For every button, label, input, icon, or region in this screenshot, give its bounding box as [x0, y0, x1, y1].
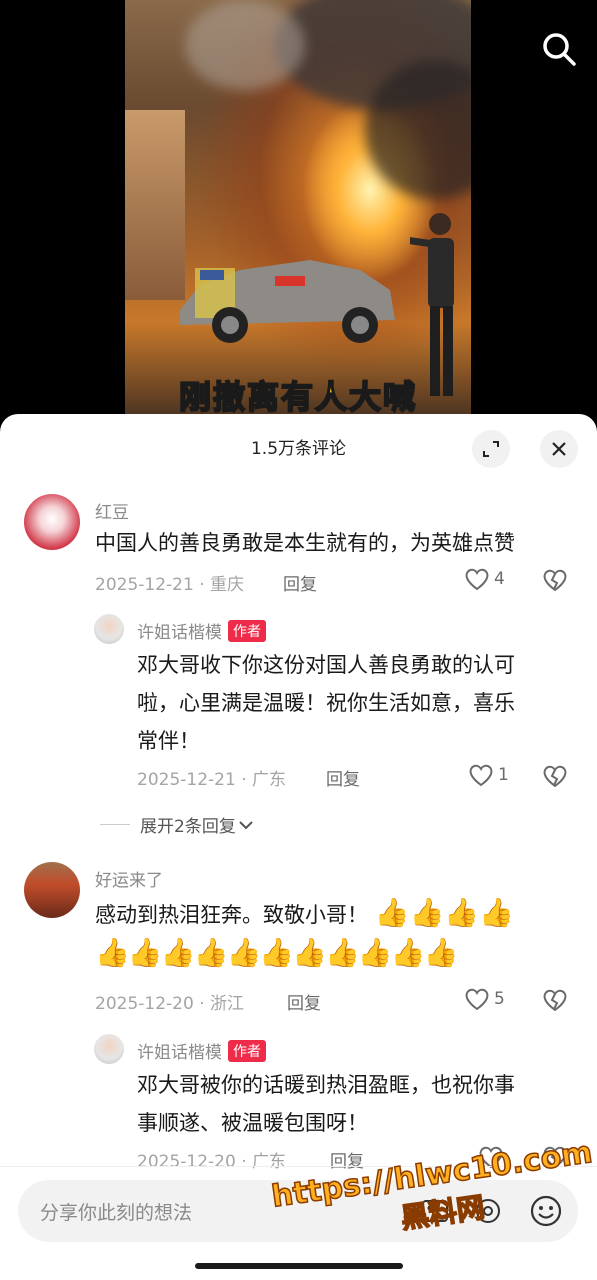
comment-meta: 2025-12-20 · 浙江 — [95, 994, 245, 1014]
comment-date: 2025-12-21 — [137, 770, 236, 790]
like-count: 5 — [494, 989, 505, 1009]
username-text: 许姐话楷模 — [137, 1043, 222, 1063]
heart-icon — [469, 764, 493, 787]
comment-date: 2025-12-21 — [95, 575, 194, 595]
avatar[interactable] — [24, 494, 80, 550]
comment-date: 2025-12-20 — [137, 1152, 236, 1172]
reply-button[interactable]: 回复 — [326, 765, 360, 790]
comment-location: 浙江 — [210, 994, 245, 1014]
close-icon[interactable] — [540, 430, 578, 468]
comment-username[interactable]: 红豆 — [95, 498, 129, 523]
like-button[interactable]: 1 — [468, 763, 509, 787]
comment-input-placeholder: 分享你此刻的想法 — [40, 1202, 193, 1224]
author-badge: 作者 — [228, 620, 266, 642]
thumbs-up-emoji-row: 👍👍👍👍👍👍👍👍👍👍👍 — [95, 936, 458, 969]
like-button[interactable]: 5 — [464, 987, 505, 1011]
author-badge: 作者 — [228, 1040, 266, 1062]
like-count: 1 — [498, 765, 509, 785]
reply-text-line: 事顺遂、被温暖包围呀！ — [137, 1111, 368, 1135]
reply-text-line: 啦，心里满是温暖！祝你生活如意，喜乐 — [137, 691, 515, 715]
username-text: 许姐话楷模 — [137, 623, 222, 643]
reply-button[interactable]: 回复 — [283, 570, 317, 595]
expand-icon[interactable] — [472, 430, 510, 468]
comment-meta: 2025-12-21 · 广东 — [137, 770, 287, 790]
comment-date: 2025-12-20 — [95, 994, 194, 1014]
video-frame: 刚撤离有人大喊 — [125, 0, 471, 430]
comment-username[interactable]: 好运来了 — [95, 866, 163, 891]
comment-text-main: 感动到热泪狂奔。致敬小哥！ — [95, 903, 368, 927]
comment-text: 感动到热泪狂奔。致敬小哥！ 👍👍👍👍 👍👍👍👍👍👍👍👍👍👍👍 — [95, 894, 565, 974]
reply-text-line: 邓大哥被你的话暖到热泪盈眶，也祝你事 — [137, 1073, 515, 1097]
chevron-down-icon — [239, 820, 253, 829]
reply-text: 邓大哥被你的话暖到热泪盈眶，也祝你事 事顺遂、被温暖包围呀！ — [137, 1066, 515, 1142]
search-icon[interactable] — [538, 28, 580, 70]
comment-text: 中国人的善良勇敢是本生就有的，为英雄点赞 — [95, 531, 515, 555]
heart-icon — [465, 988, 489, 1011]
avatar[interactable] — [94, 1034, 124, 1064]
video-caption: 刚撤离有人大喊 — [178, 377, 417, 417]
expand-replies-button[interactable]: 展开2条回复 — [100, 812, 254, 837]
reply-text-line: 常伴！ — [137, 729, 200, 753]
home-indicator[interactable] — [195, 1263, 403, 1269]
dislike-icon[interactable] — [542, 568, 568, 592]
reply-text-line: 邓大哥收下你这份对国人善良勇敢的认可 — [137, 653, 515, 677]
heart-icon — [465, 568, 489, 591]
video-player[interactable]: 刚撤离有人大喊 — [0, 0, 597, 430]
like-button[interactable]: 4 — [464, 567, 505, 591]
comment-username[interactable]: 许姐话楷模 作者 — [137, 1038, 266, 1063]
comment-location: 广东 — [252, 770, 287, 790]
comment-meta: 2025-12-20 · 广东 — [137, 1152, 287, 1172]
divider-line — [100, 824, 130, 825]
burning-car — [180, 260, 395, 343]
like-count: 4 — [494, 569, 505, 589]
comment-meta: 2025-12-21 · 重庆 — [95, 575, 245, 595]
comment-location: 重庆 — [210, 575, 245, 595]
thumbs-up-emoji: 👍👍👍👍 — [374, 896, 515, 929]
avatar[interactable] — [94, 614, 124, 644]
avatar[interactable] — [24, 862, 80, 918]
reply-text: 邓大哥收下你这份对国人善良勇敢的认可 啦，心里满是温暖！祝你生活如意，喜乐 常伴… — [137, 646, 515, 760]
dislike-icon[interactable] — [542, 988, 568, 1012]
reply-button[interactable]: 回复 — [287, 989, 321, 1014]
comment-location: 广东 — [252, 1152, 287, 1172]
dislike-icon[interactable] — [542, 764, 568, 788]
expand-replies-label: 展开2条回复 — [140, 817, 236, 837]
comment-username[interactable]: 许姐话楷模 作者 — [137, 618, 266, 643]
